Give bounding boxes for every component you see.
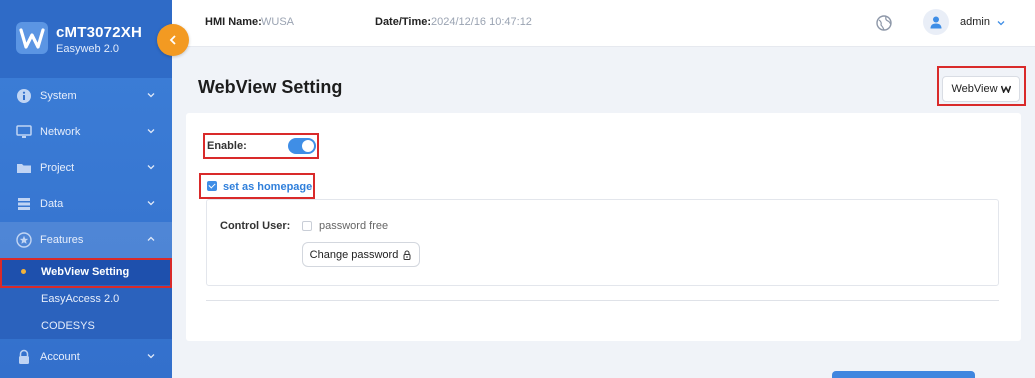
lock-icon [16, 349, 32, 365]
change-password-label: Change password [309, 248, 399, 261]
info-icon [16, 88, 32, 104]
password-free-label[interactable]: password free [319, 220, 388, 232]
sidebar-nav: System Network Project Data Features Web… [0, 78, 172, 375]
folder-icon [16, 160, 32, 176]
sidebar-item-label: Features [40, 234, 84, 246]
change-password-button[interactable]: Change password [302, 242, 420, 267]
chevron-down-icon [147, 165, 155, 170]
datetime-label: Date/Time: [375, 16, 432, 28]
webview-button-label: WebView [951, 83, 998, 95]
chevron-down-icon [147, 93, 155, 98]
sidebar-subitem-easyaccess[interactable]: EasyAccess 2.0 [0, 285, 172, 312]
sidebar-subitem-webview-setting[interactable]: WebView Setting [0, 258, 172, 285]
chevron-down-icon [147, 201, 155, 206]
device-name: cMT3072XH [56, 24, 143, 41]
brand-subtitle: Easyweb 2.0 [56, 43, 119, 55]
active-dot-icon [21, 269, 26, 274]
password-free-checkbox[interactable] [302, 221, 312, 231]
enable-label: Enable: [207, 140, 247, 152]
chevron-down-icon [147, 354, 155, 359]
sidebar-item-label: Data [40, 198, 64, 210]
weintek-logo-icon [16, 22, 48, 54]
sidebar-item-label: Network [40, 126, 81, 138]
sidebar-item-project[interactable]: Project [0, 150, 172, 186]
sidebar-item-system[interactable]: System [0, 78, 172, 114]
homepage-checkbox[interactable] [207, 181, 217, 191]
sidebar-item-data[interactable]: Data [0, 186, 172, 222]
star-icon [16, 232, 32, 248]
webview-button[interactable]: WebView [942, 76, 1020, 102]
sidebar-item-account[interactable]: Account [0, 339, 172, 375]
database-icon [16, 196, 32, 212]
user-icon [930, 16, 942, 29]
collapse-sidebar-button[interactable] [157, 24, 189, 56]
top-header: HMI Name: WUSA Date/Time: 2024/12/16 10:… [172, 0, 1035, 47]
chevron-down-icon[interactable] [996, 18, 1006, 28]
homepage-label[interactable]: set as homepage [223, 181, 312, 193]
chevron-left-icon [169, 35, 176, 45]
control-user-label: Control User: [220, 220, 291, 232]
sidebar-subitem-label: WebView Setting [41, 265, 130, 278]
chevron-down-icon [147, 129, 155, 134]
datetime-value: 2024/12/16 10:47:12 [431, 16, 532, 28]
enable-toggle[interactable] [288, 138, 316, 154]
user-name[interactable]: admin [960, 16, 990, 28]
chevron-up-icon [147, 236, 155, 241]
sidebar-subitem-label: EasyAccess 2.0 [41, 292, 120, 305]
sidebar-item-features[interactable]: Features [0, 222, 172, 258]
sidebar-item-label: Account [40, 351, 80, 363]
sidebar-item-label: System [40, 90, 77, 102]
divider [206, 300, 999, 301]
brand-header: cMT3072XH Easyweb 2.0 [0, 0, 172, 78]
weintek-w-icon [1000, 85, 1011, 93]
page-title: WebView Setting [198, 77, 343, 97]
sidebar-item-label: Project [40, 162, 75, 174]
hmi-name-label: HMI Name: [205, 16, 262, 28]
sidebar: cMT3072XH Easyweb 2.0 System Network Pro… [0, 0, 172, 378]
hmi-name-value: WUSA [261, 16, 294, 28]
sidebar-subitem-codesys[interactable]: CODESYS [0, 312, 172, 339]
globe-icon[interactable] [875, 14, 893, 32]
save-button[interactable] [832, 371, 975, 378]
network-icon [16, 124, 32, 140]
sidebar-item-network[interactable]: Network [0, 114, 172, 150]
lock-icon [403, 250, 411, 260]
sidebar-subitem-label: CODESYS [41, 319, 95, 332]
avatar[interactable] [923, 9, 949, 35]
